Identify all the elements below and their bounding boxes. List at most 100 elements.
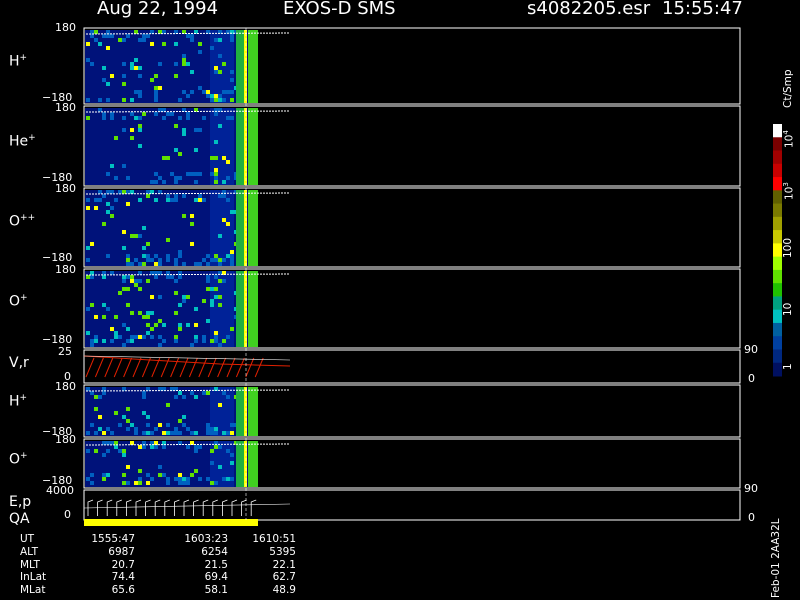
spectrogram-cell — [178, 327, 182, 331]
spectrogram-cell — [122, 415, 126, 419]
spectrogram-cell — [218, 258, 222, 262]
spectrogram-cell — [114, 335, 118, 339]
spectrogram-cell — [218, 70, 222, 74]
panel-label-h-plus-1: H+ — [9, 53, 28, 70]
spectrogram-cell — [142, 112, 146, 116]
spectrogram-cell — [106, 202, 110, 206]
spectrogram-cell — [134, 279, 138, 283]
spectrogram-cell — [186, 34, 190, 38]
spectrogram-cell — [98, 395, 102, 399]
spectrogram-cell — [146, 431, 150, 435]
spectrogram-cell — [186, 323, 190, 327]
spectrogram-cell — [174, 339, 178, 343]
spectrogram-cell — [166, 403, 170, 407]
tick-vr-right-top: 90 — [744, 343, 758, 356]
spectrogram-cell — [146, 331, 150, 335]
spectrogram-cell — [86, 449, 90, 453]
spectrogram-cell — [214, 176, 218, 180]
spectrogram-cell — [126, 303, 130, 307]
spectrogram-cell — [190, 473, 194, 477]
spectrogram-cell — [214, 70, 218, 74]
spectrogram-cell — [166, 198, 170, 202]
spectrogram-cell — [130, 423, 134, 427]
spectrogram-cell — [138, 335, 142, 339]
spectrogram-cell — [142, 445, 146, 449]
spectrogram-cell — [222, 477, 226, 481]
spectrogram-cell — [142, 335, 146, 339]
spectrogram-cell — [182, 299, 186, 303]
spectrogram-cell — [150, 42, 154, 46]
spectrogram-cell — [138, 287, 142, 291]
spectrogram-cell — [106, 82, 110, 86]
spectrogram-cell — [146, 194, 150, 198]
colorbar-swatch — [773, 163, 782, 178]
spectrogram-cell — [174, 311, 178, 315]
spectrogram-cell — [142, 254, 146, 258]
spectrogram-cell — [138, 481, 142, 485]
spectrogram-cell — [174, 42, 178, 46]
spectrogram-cell — [170, 275, 174, 279]
spectrogram-cell — [182, 477, 186, 481]
spectrogram-cell — [194, 172, 198, 176]
spectrogram-cell — [182, 90, 186, 94]
colorbar-label-10: 10 — [782, 302, 794, 316]
spectrogram-cell — [186, 445, 190, 449]
spectrogram-cell — [138, 128, 142, 132]
spectrogram-cell — [102, 431, 106, 435]
velocity-trace — [104, 357, 114, 378]
spectrogram-cell — [94, 38, 98, 42]
spectrogram-cell — [214, 295, 218, 299]
spectrogram-cell — [206, 90, 210, 94]
spectrogram-cell — [118, 38, 122, 42]
spectrogram-cell — [86, 116, 90, 120]
tick-ep-right-bottom: 0 — [748, 511, 755, 524]
colorbar-swatch — [773, 283, 782, 297]
spectrogram-cell — [90, 391, 94, 395]
spectrogram-column-a-o-plus-plus — [236, 190, 244, 266]
energy-trace — [126, 499, 132, 516]
spectrogram-cell — [210, 449, 214, 453]
colorbar-swatch — [773, 124, 782, 138]
spectrogram-cell — [134, 66, 138, 70]
spectrogram-cell — [222, 156, 226, 160]
spectrogram-cell — [134, 258, 138, 262]
spectrogram-cell — [214, 431, 218, 435]
spectrogram-cell — [214, 66, 218, 70]
colorbar-swatch — [773, 296, 782, 311]
colorbar-label-1e3: 103 — [782, 182, 796, 200]
spectrogram-cell — [230, 38, 234, 42]
spectrogram-cell — [186, 116, 190, 120]
spectrogram-cell — [178, 152, 182, 156]
tick-op1-bottom: −180 — [42, 333, 73, 346]
spectrogram-cell — [126, 258, 130, 262]
spectrogram-cell — [214, 156, 218, 160]
spectrogram-cell — [110, 431, 114, 435]
spectrogram-cell — [134, 427, 138, 431]
spectrogram-cell — [154, 112, 158, 116]
spectrogram-cell — [198, 50, 202, 54]
spectrogram-cell — [142, 34, 146, 38]
spectrogram-cell — [206, 423, 210, 427]
colorbar-swatch — [773, 137, 782, 152]
spectrogram-cell — [86, 58, 90, 62]
spectrogram-cell — [138, 198, 142, 202]
spectrogram-cell — [138, 477, 142, 481]
spectrogram-cell — [134, 116, 138, 120]
spectrogram-cell — [146, 473, 150, 477]
velocity-trace — [113, 357, 123, 378]
spectrogram-cell — [122, 62, 126, 66]
colorbar-swatch — [773, 256, 782, 271]
spectrogram-cell — [162, 323, 166, 327]
spectrogram-cell — [102, 473, 106, 477]
spectrogram-cell — [106, 427, 110, 431]
spectrogram-cell — [186, 62, 190, 66]
velocity-trace — [226, 357, 236, 378]
spectrogram-cell — [154, 275, 158, 279]
spectrogram-cell — [210, 46, 214, 50]
spectrogram-cell — [126, 427, 130, 431]
table-cell: 69.4 — [204, 571, 228, 584]
spectrogram-cell — [174, 335, 178, 339]
spectrogram-cell — [154, 198, 158, 202]
spectrogram-cell — [194, 148, 198, 152]
table-cell: 5395 — [269, 545, 296, 558]
